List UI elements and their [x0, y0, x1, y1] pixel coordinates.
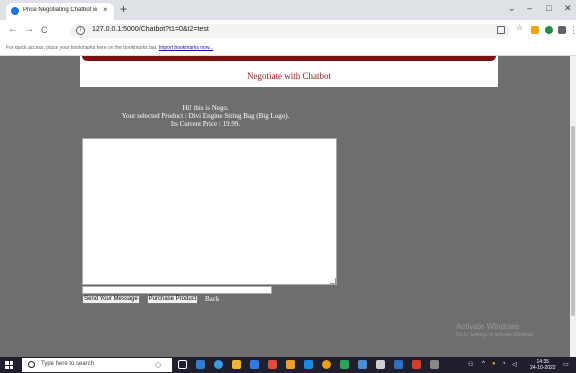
notifications-icon[interactable]: ▭ [563, 361, 569, 368]
taskbar-app-icon-10[interactable] [412, 360, 421, 369]
browser-tab[interactable]: Price Negotiating Chatbot with × [6, 3, 114, 20]
tab-close-icon[interactable]: × [103, 5, 108, 14]
purchase-product-button[interactable]: Purchase Product [147, 295, 198, 304]
watermark-subtitle: Go to Settings to activate Windows. [456, 332, 535, 338]
extension-icon[interactable] [531, 26, 539, 34]
taskbar-app-icon-9[interactable] [394, 360, 403, 369]
watermark-title: Activate Windows [456, 322, 520, 331]
taskbar-app-icon-6[interactable] [340, 360, 349, 369]
taskbar-app-icon-1[interactable] [196, 360, 205, 369]
intro-price: Its Current Price : 19.99. [170, 120, 241, 128]
bookmarks-hint-text: For quick access, place your bookmarks h… [6, 45, 158, 51]
maximize-button[interactable]: □ [546, 3, 551, 13]
chatbot-intro: Hi! this is Nego. Your selected Product … [80, 104, 331, 128]
chrome-icon[interactable] [322, 360, 331, 369]
clock-date: 24-10-2022 [530, 365, 556, 371]
browser-toolbar: ← → C i 127.0.0.1:5000/Chatbot?t1=0&t2=t… [0, 20, 576, 42]
microphone-icon[interactable] [155, 362, 161, 368]
extensions-puzzle-icon[interactable] [558, 26, 566, 34]
bookmarks-hint: For quick access, place your bookmarks h… [6, 45, 213, 51]
minimize-button[interactable]: – [527, 3, 532, 13]
url-text[interactable]: 127.0.0.1:5000/Chatbot?t1=0&t2=test [92, 26, 209, 33]
bookmarks-bar: For quick access, place your bookmarks h… [0, 42, 576, 56]
tray-app-icon[interactable]: ● [492, 361, 496, 367]
close-window-button[interactable]: ✕ [564, 3, 572, 14]
taskbar-app-icon-5[interactable] [304, 360, 313, 369]
taskbar-search-box[interactable]: Type here to search [22, 358, 172, 372]
volume-icon[interactable]: ◁ [512, 361, 517, 368]
search-icon [28, 361, 35, 368]
menu-icon[interactable]: ⋮ [569, 24, 576, 36]
message-input[interactable] [82, 286, 272, 294]
back-link[interactable]: Back [205, 295, 219, 303]
taskbar-app-icon-8[interactable] [376, 360, 385, 369]
extension-shield-icon[interactable] [545, 26, 553, 34]
file-explorer-icon[interactable] [232, 360, 241, 369]
taskbar-app-icon-2[interactable] [250, 360, 259, 369]
taskbar-clock[interactable]: 14:35 24-10-2022 [530, 359, 556, 371]
send-message-button[interactable]: Send Your Message [82, 295, 140, 304]
header-accent-bar [82, 56, 496, 61]
page-title: Negotiate with Chatbot [247, 71, 331, 81]
task-view-icon[interactable] [178, 360, 187, 369]
back-button[interactable]: ← [8, 24, 18, 36]
bookmark-star-icon[interactable]: ☆ [516, 23, 524, 32]
new-tab-button[interactable]: + [120, 3, 127, 15]
import-bookmarks-link[interactable]: Import bookmarks now... [159, 45, 213, 51]
browser-tab-strip: Price Negotiating Chatbot with × + ⌄ – □… [0, 0, 576, 20]
edge-icon[interactable] [214, 360, 223, 369]
windows-start-icon[interactable] [5, 361, 13, 369]
page-header: Negotiate with Chatbot [80, 56, 498, 87]
scrollbar-thumb[interactable] [571, 126, 575, 316]
tab-title: Price Negotiating Chatbot with [23, 7, 97, 13]
taskbar-app-icon-4[interactable] [286, 360, 295, 369]
people-icon[interactable]: ⚇ [468, 361, 473, 368]
site-info-icon[interactable]: i [76, 26, 85, 35]
share-icon[interactable] [497, 26, 505, 34]
taskbar-app-icon-3[interactable] [268, 360, 277, 369]
tray-chevron-icon[interactable]: ^ [482, 361, 485, 367]
forward-button[interactable]: → [24, 24, 34, 36]
tab-search-icon[interactable]: ⌄ [508, 3, 516, 14]
intro-greeting: Hi! this is Nego. [182, 104, 229, 112]
activate-windows-watermark: Activate Windows Go to Settings to activ… [456, 322, 535, 338]
taskbar-app-icon-11[interactable] [430, 360, 439, 369]
search-placeholder: Type here to search [41, 361, 95, 367]
taskbar-app-icon-7[interactable] [358, 360, 367, 369]
chat-history-textarea[interactable] [82, 138, 337, 285]
windows-taskbar: Type here to search ⚇ ^ ● ◔ ◁ 14:35 24-1… [0, 357, 576, 373]
reload-button[interactable]: C [41, 24, 48, 36]
address-bar[interactable]: i 127.0.0.1:5000/Chatbot?t1=0&t2=test [70, 24, 510, 38]
favicon-icon [11, 7, 19, 15]
network-icon[interactable]: ◔ [502, 361, 506, 367]
intro-product: Your selected Product : Divi Engine Stri… [121, 112, 290, 120]
page-scrollbar[interactable] [570, 56, 576, 357]
